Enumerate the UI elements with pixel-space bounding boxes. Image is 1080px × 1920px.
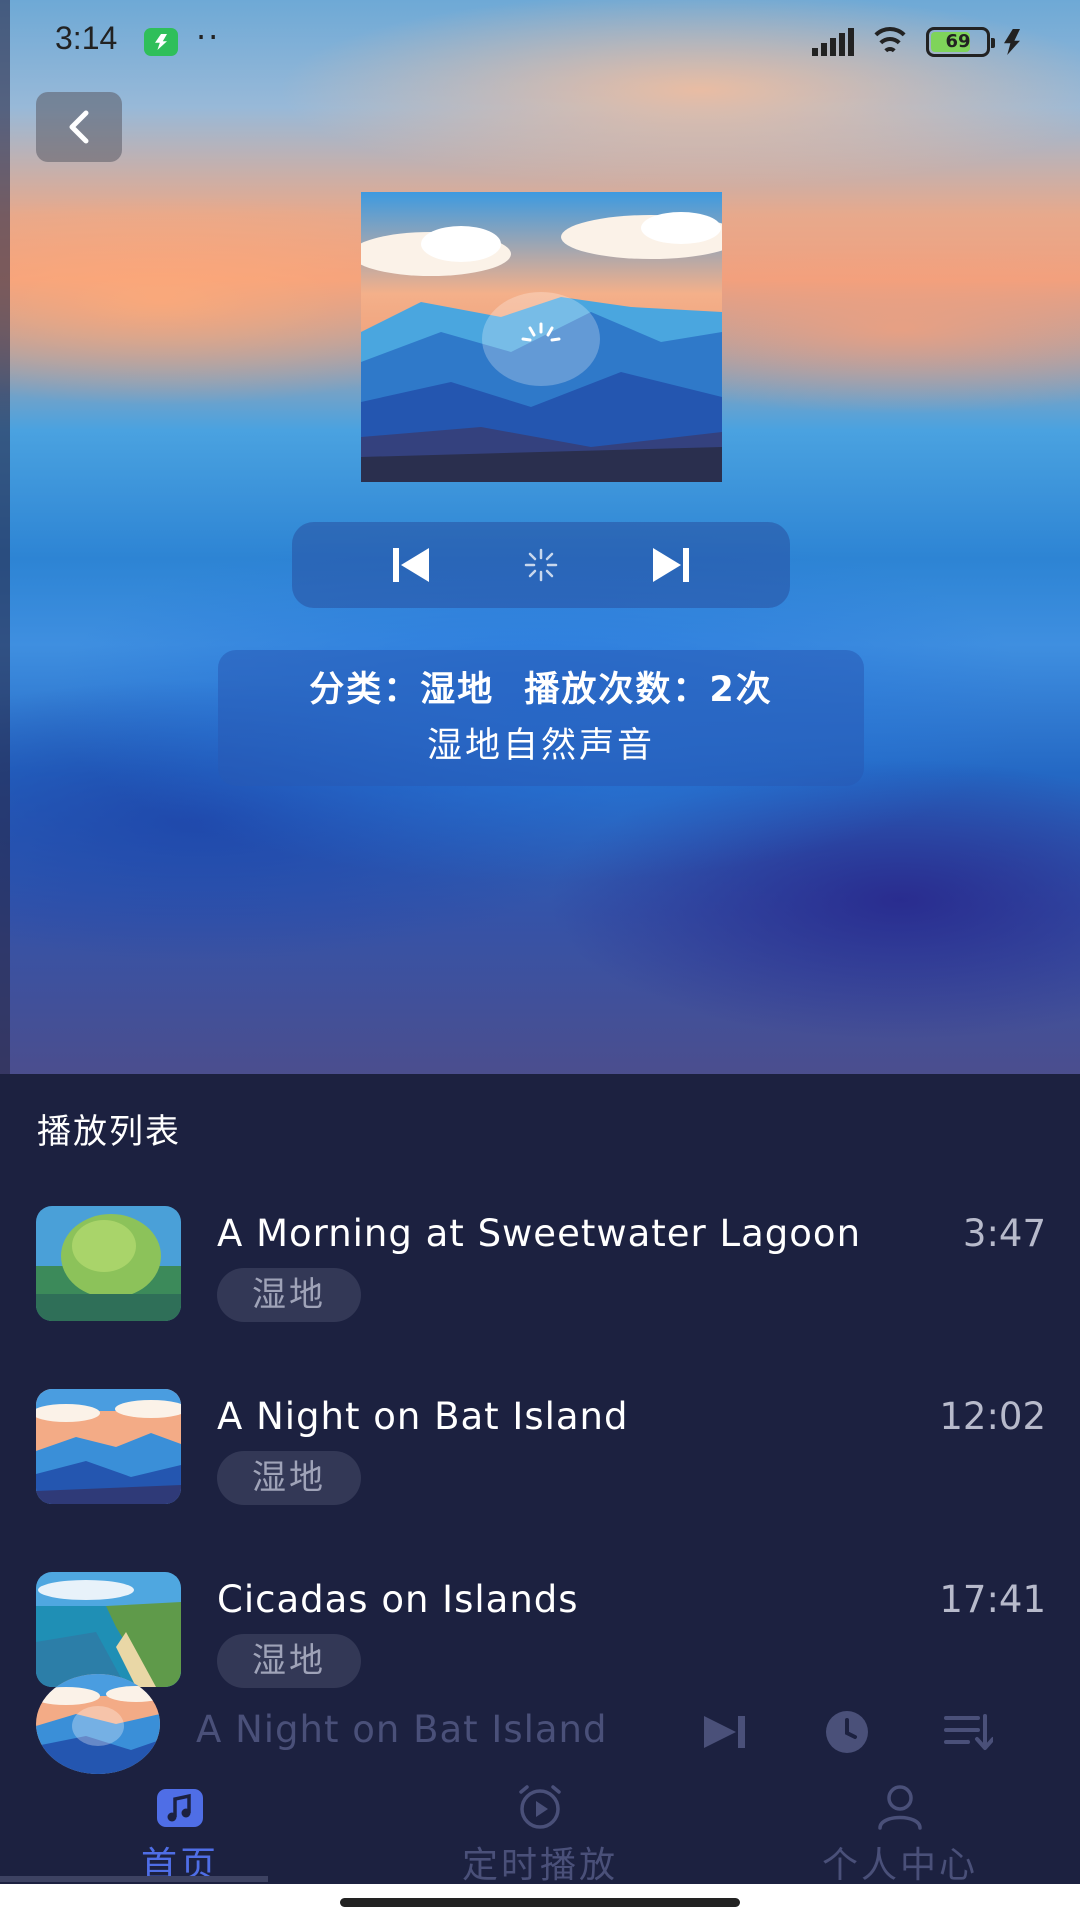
nav-tab-timer[interactable]: 定时播放 — [360, 1778, 720, 1886]
next-track-button[interactable] — [646, 540, 696, 590]
signal-icon — [812, 28, 854, 56]
track-row[interactable]: Cicadas on Islands 湿地 17:41 — [0, 1572, 1080, 1712]
track-category-tag: 湿地 — [217, 1451, 361, 1505]
track-duration: 17:41 — [939, 1578, 1046, 1621]
track-duration: 12:02 — [939, 1395, 1046, 1438]
skip-previous-icon — [393, 548, 429, 582]
nav-scroll-indicator — [0, 1876, 268, 1882]
track-thumbnail — [36, 1572, 181, 1687]
skip-next-icon — [653, 548, 689, 582]
nav-label-profile: 个人中心 — [821, 1845, 978, 1886]
alarm-clock-icon — [515, 1784, 565, 1830]
nav-tab-profile[interactable]: 个人中心 — [720, 1778, 1080, 1886]
clock-icon — [826, 1711, 868, 1753]
track-category-tag: 湿地 — [217, 1634, 361, 1688]
track-description: 湿地自然声音 — [426, 726, 655, 766]
nav-tab-home[interactable]: 首页 — [0, 1778, 360, 1886]
wifi-icon — [868, 27, 912, 57]
track-row[interactable]: A Night on Bat Island 湿地 12:02 — [0, 1389, 1080, 1529]
play-pause-button[interactable] — [516, 540, 566, 590]
status-indicators: 69 — [812, 24, 1020, 60]
track-title: A Night on Bat Island — [217, 1395, 629, 1438]
home-indicator[interactable] — [340, 1898, 740, 1907]
previous-track-button[interactable] — [386, 540, 436, 590]
status-bar: 3:14 ·· 69 — [0, 0, 1080, 84]
playlist-icon — [944, 1714, 993, 1750]
bottom-navigation: 首页 定时播放 个人中心 — [0, 1778, 1080, 1886]
nav-label-timer: 定时播放 — [461, 1845, 618, 1886]
playback-controls — [292, 522, 790, 608]
security-shield-icon — [144, 28, 178, 56]
playlist-queue-button[interactable] — [943, 1710, 993, 1754]
track-category-tag: 湿地 — [217, 1268, 361, 1322]
status-time: 3:14 — [55, 20, 118, 56]
battery-level: 69 — [945, 31, 971, 52]
play-count-label: 播放次数：2次 — [524, 670, 773, 710]
person-icon — [875, 1784, 925, 1830]
battery-icon: 69 — [926, 27, 995, 57]
mini-player-cover[interactable] — [36, 1674, 160, 1774]
music-note-icon — [155, 1784, 205, 1830]
track-title: A Morning at Sweetwater Lagoon — [217, 1212, 862, 1255]
loading-spinner-icon — [482, 292, 600, 386]
playlist-panel: 播放列表 A Morning at Sweetwater Lagoon 湿地 3… — [0, 1074, 1080, 1884]
category-label: 分类：湿地 — [309, 670, 495, 710]
sleep-timer-button[interactable] — [822, 1710, 872, 1754]
track-row[interactable]: A Morning at Sweetwater Lagoon 湿地 3:47 — [0, 1206, 1080, 1346]
playlist-title: 播放列表 — [37, 1112, 181, 1152]
chevron-left-icon — [69, 110, 89, 144]
skip-next-icon — [704, 1716, 745, 1748]
loading-spinner-icon — [524, 548, 558, 582]
charging-icon — [1004, 29, 1020, 55]
mini-player-title[interactable]: A Night on Bat Island — [196, 1708, 608, 1751]
hero-edge-shade — [0, 0, 10, 1075]
track-title: Cicadas on Islands — [217, 1578, 579, 1621]
player-hero: 3:14 ·· 69 分类：湿地 播放次数：2次 湿地自然声音 — [0, 0, 1080, 1075]
status-dots: ·· — [196, 18, 221, 56]
mini-next-button[interactable] — [700, 1710, 750, 1754]
track-duration: 3:47 — [962, 1212, 1046, 1255]
back-button[interactable] — [36, 92, 122, 162]
track-info-card: 分类：湿地 播放次数：2次 湿地自然声音 — [218, 650, 864, 786]
track-thumbnail — [36, 1206, 181, 1321]
track-thumbnail — [36, 1389, 181, 1504]
